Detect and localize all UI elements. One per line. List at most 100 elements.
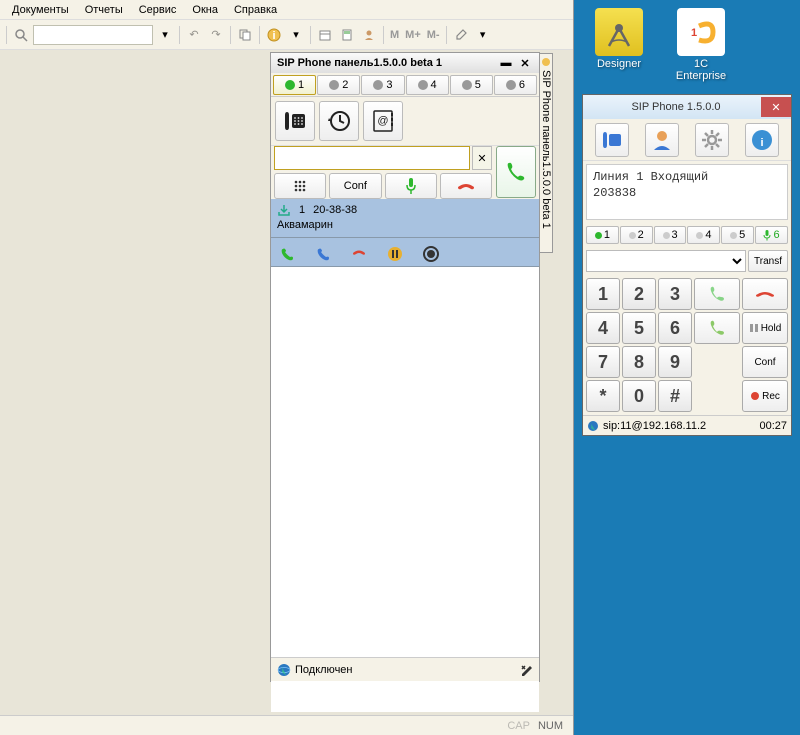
transfer-icon[interactable] — [315, 246, 331, 262]
key-6[interactable]: 6 — [658, 312, 692, 344]
sip-line-2[interactable]: 2 — [620, 226, 653, 244]
call-button[interactable] — [496, 146, 536, 198]
clear-input-button[interactable]: ✕ — [472, 146, 492, 170]
sip-mic-button[interactable]: 6 — [755, 226, 788, 244]
redo-icon[interactable]: ↷ — [206, 25, 226, 45]
menu-windows[interactable]: Окна — [184, 2, 226, 18]
user-icon[interactable] — [359, 25, 379, 45]
sip-settings-tab[interactable] — [695, 123, 729, 157]
panel-titlebar[interactable]: SIP Phone панель1.5.0.0 beta 1 ▬ ✕ — [271, 53, 539, 73]
menu-documents[interactable]: Документы — [4, 2, 77, 18]
key-hash[interactable]: # — [658, 380, 692, 412]
sip-line-3[interactable]: 3 — [654, 226, 687, 244]
sip-hold-button[interactable]: Hold — [742, 312, 788, 344]
line-6-button[interactable]: 6 — [494, 75, 537, 95]
wrench-icon[interactable] — [451, 25, 471, 45]
key-9[interactable]: 9 — [658, 346, 692, 378]
memory-m-button[interactable]: M — [388, 29, 401, 41]
sip-line-4[interactable]: 4 — [687, 226, 720, 244]
line-3-button[interactable]: 3 — [361, 75, 404, 95]
answer-icon[interactable] — [279, 246, 295, 262]
info-icon[interactable]: i — [264, 25, 284, 45]
designer-label: Designer — [588, 58, 650, 70]
record-dot-icon — [750, 391, 760, 401]
key-1[interactable]: 1 — [586, 278, 620, 310]
globe-icon — [587, 420, 599, 432]
sip-status-bar: sip:11@192.168.11.2 00:27 — [583, 415, 791, 435]
phone-tab-button[interactable] — [275, 101, 315, 141]
key-0[interactable]: 0 — [622, 380, 656, 412]
dialpad-button[interactable] — [274, 173, 326, 199]
minimize-icon[interactable]: ▬ — [498, 56, 514, 70]
dial-number-input[interactable] — [274, 146, 470, 170]
contacts-tab-button[interactable]: @ — [363, 101, 403, 141]
incoming-call-icon — [277, 203, 291, 217]
sip-call-button[interactable] — [694, 278, 740, 310]
record-icon[interactable] — [423, 246, 439, 262]
pause-icon — [749, 323, 759, 333]
line-4-button[interactable]: 4 — [406, 75, 449, 95]
key-7[interactable]: 7 — [586, 346, 620, 378]
sip-hangup-button[interactable] — [742, 278, 788, 310]
sip-phone-tab[interactable] — [595, 123, 629, 157]
sip-lines-bar: 1 2 3 4 5 6 — [583, 223, 791, 247]
sip-titlebar[interactable]: SIP Phone 1.5.0.0 ✕ — [583, 95, 791, 119]
sip-line-1[interactable]: 1 — [586, 226, 619, 244]
search-icon[interactable] — [11, 25, 31, 45]
sip-number-select[interactable] — [586, 250, 746, 272]
sip-call-duration: 00:27 — [759, 420, 787, 432]
dropdown-icon[interactable]: ▾ — [286, 25, 306, 45]
sip-caller-number: 203838 — [593, 185, 781, 201]
key-star[interactable]: * — [586, 380, 620, 412]
designer-shortcut[interactable]: Designer — [588, 8, 650, 82]
key-5[interactable]: 5 — [622, 312, 656, 344]
sip-rec-button[interactable]: Rec — [742, 380, 788, 412]
close-button[interactable]: ✕ — [761, 97, 791, 117]
menu-help[interactable]: Справка — [226, 2, 285, 18]
main-toolbar: ▾ ↶ ↷ i ▾ M M+ M- ▾ — [0, 20, 573, 50]
line-5-button[interactable]: 5 — [450, 75, 493, 95]
active-call-item[interactable]: 1 20-38-38 Аквамарин — [271, 199, 539, 238]
sip-info-tab[interactable]: i — [745, 123, 779, 157]
conf-button[interactable]: Conf — [329, 173, 381, 199]
dropdown-icon[interactable]: ▾ — [473, 25, 493, 45]
memory-mminus-button[interactable]: M- — [425, 29, 442, 41]
mic-button[interactable] — [385, 173, 437, 199]
key-2[interactable]: 2 — [622, 278, 656, 310]
menu-reports[interactable]: Отчеты — [77, 2, 131, 18]
toolbar-search-input[interactable] — [33, 25, 153, 45]
pause-icon[interactable] — [387, 246, 403, 262]
sip-line-5[interactable]: 5 — [721, 226, 754, 244]
copy-icon[interactable] — [235, 25, 255, 45]
key-3[interactable]: 3 — [658, 278, 692, 310]
calendar-icon[interactable] — [315, 25, 335, 45]
sip-call2-button[interactable] — [694, 312, 740, 344]
menu-bar: Документы Отчеты Сервис Окна Справка — [0, 0, 573, 20]
panel-status-bar: Подключен — [271, 657, 539, 681]
menu-service[interactable]: Сервис — [131, 2, 185, 18]
main-status-bar: CAP NUM — [0, 715, 573, 735]
hangup-button[interactable] — [440, 173, 492, 199]
sip-contacts-tab[interactable] — [645, 123, 679, 157]
reject-icon[interactable] — [351, 246, 367, 262]
svg-text:i: i — [760, 137, 763, 149]
calculator-icon[interactable] — [337, 25, 357, 45]
history-tab-button[interactable] — [319, 101, 359, 141]
sip-transfer-button[interactable]: Transf — [748, 250, 788, 272]
memory-mplus-button[interactable]: M+ — [403, 29, 423, 41]
desktop-icons: Designer 1 1C Enterprise — [588, 8, 732, 82]
key-4[interactable]: 4 — [586, 312, 620, 344]
undo-icon[interactable]: ↶ — [184, 25, 204, 45]
call-time: 20-38-38 — [313, 204, 357, 216]
enterprise-shortcut[interactable]: 1 1C Enterprise — [670, 8, 732, 82]
line-2-button[interactable]: 2 — [317, 75, 360, 95]
sip-conf-button[interactable]: Conf — [742, 346, 788, 378]
chevron-down-icon[interactable]: ▾ — [155, 25, 175, 45]
line-1-button[interactable]: 1 — [273, 75, 316, 95]
key-8[interactable]: 8 — [622, 346, 656, 378]
close-icon[interactable]: ✕ — [517, 56, 533, 70]
svg-text:i: i — [272, 30, 275, 42]
panel-side-tab[interactable]: SIP Phone панель1.5.0.0 beta 1 — [539, 53, 553, 253]
settings-icon[interactable] — [519, 663, 533, 677]
sip-address: sip:11@192.168.11.2 — [603, 420, 706, 432]
